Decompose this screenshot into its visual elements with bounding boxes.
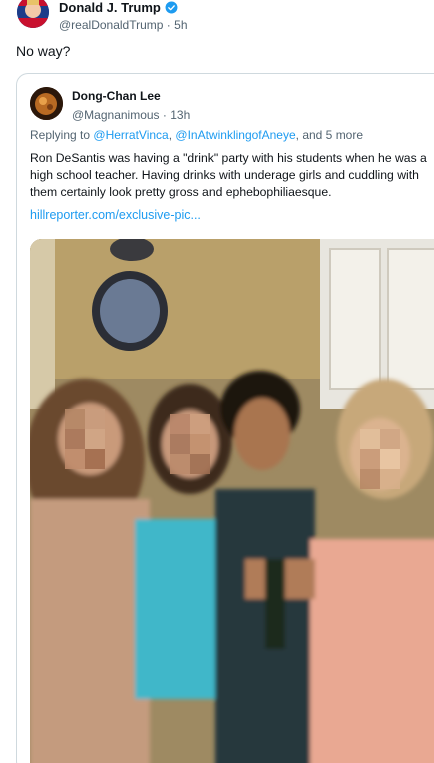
reply-separator: , (168, 128, 173, 142)
quoted-time-separator: · (162, 108, 167, 122)
quoted-author-block: Dong-Chan Lee @Magnanimous · 13h (72, 89, 190, 122)
attached-photo[interactable] (30, 239, 434, 763)
replying-to: Replying to @HerratVinca, @InAtwinklingo… (30, 128, 363, 142)
verified-badge-icon (165, 1, 178, 14)
replying-prefix: Replying to (30, 128, 91, 142)
quoted-author-name[interactable]: Dong-Chan Lee (72, 89, 190, 103)
tweet[interactable]: Donald J. Trump @realDonaldTrump · 5h No… (0, 0, 434, 763)
post-text: No way? (16, 43, 71, 59)
author-block: Donald J. Trump @realDonaldTrump · 5h (59, 0, 188, 32)
reply-mention-link[interactable]: @InAtwinklingofAneye (175, 128, 295, 142)
quoted-author-avatar[interactable] (30, 87, 63, 120)
author-avatar[interactable] (17, 0, 49, 28)
quoted-author-meta: @Magnanimous · 13h (72, 108, 190, 122)
reply-more[interactable]: , and 5 more (296, 128, 363, 142)
post-time[interactable]: 5h (174, 18, 187, 32)
reply-mention-link[interactable]: @HerratVinca (93, 128, 168, 142)
author-handle[interactable]: @realDonaldTrump (59, 18, 163, 32)
author-meta: @realDonaldTrump · 5h (59, 18, 188, 32)
quoted-tweet[interactable]: Dong-Chan Lee @Magnanimous · 13h Replyin… (16, 73, 434, 763)
quoted-author-handle[interactable]: @Magnanimous (72, 108, 160, 122)
time-separator: · (166, 18, 171, 32)
author-name[interactable]: Donald J. Trump (59, 0, 161, 15)
quoted-text: Ron DeSantis was having a "drink" party … (30, 151, 427, 199)
article-link[interactable]: hillreporter.com/exclusive-pic... (30, 208, 201, 222)
quoted-post-time[interactable]: 13h (170, 108, 190, 122)
